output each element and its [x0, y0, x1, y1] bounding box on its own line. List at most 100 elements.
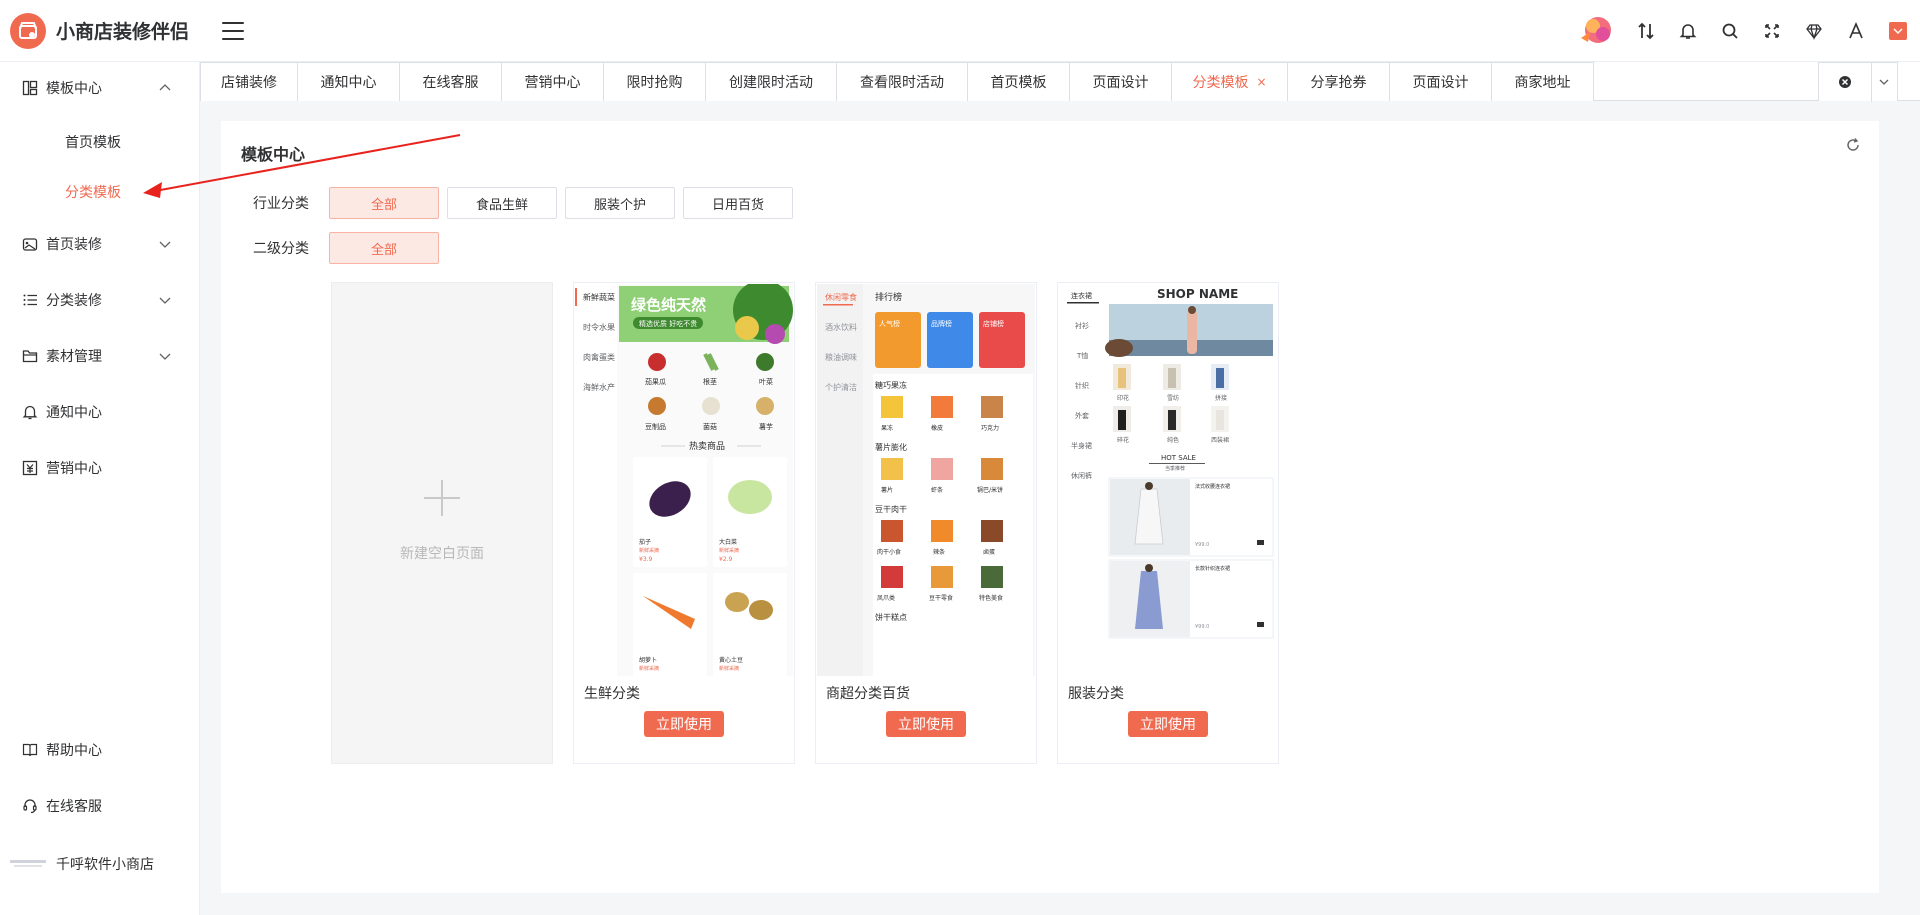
- template-card-supermarket[interactable]: 休闲零食 酒水饮料 粮油调味 个护清洁 排行榜 人气榜 品牌榜 店铺榜 糖巧果冻…: [815, 282, 1037, 764]
- market-item-1-1: 虾条: [931, 486, 943, 494]
- sidebar-item-label: 千呼软件小商店: [56, 857, 154, 873]
- tab-marketing[interactable]: 营销中心: [501, 62, 604, 101]
- tab-page-design[interactable]: 页面设计: [1069, 62, 1172, 101]
- tab-label: 页面设计: [1412, 75, 1469, 91]
- cloth-hot-sub: 当季推荐: [1165, 465, 1185, 472]
- market-item-2-0: 肉干小食: [877, 548, 901, 556]
- brand[interactable]: 小商店装修伴侣: [0, 12, 200, 49]
- tab-actions: [1818, 62, 1898, 102]
- use-template-fresh-button[interactable]: 立即使用: [644, 711, 724, 737]
- filter-chip-all-secondary[interactable]: 全部: [329, 232, 439, 264]
- sidebar-item-label: 在线客服: [46, 799, 102, 815]
- market-item-3-0: 凤爪类: [877, 594, 895, 602]
- filter-label-industry: 行业分类: [253, 196, 309, 212]
- fresh-prod-0: 茄子: [639, 538, 651, 546]
- tab-category-template[interactable]: 分类模板 ×: [1171, 62, 1288, 101]
- market-side-0: 休闲零食: [825, 292, 857, 302]
- chevron-down-icon[interactable]: [1872, 63, 1897, 102]
- fresh-preview-graphic: 新鲜蔬菜 时令水果 肉禽蛋类 海鲜水产 绿色纯天然 精选优质 好吃不贵 茄果瓜 …: [575, 284, 793, 676]
- bell-icon[interactable]: [1676, 19, 1700, 43]
- tab-view-flash[interactable]: 查看限时活动: [836, 62, 968, 101]
- sidebar-item-label: 首页装修: [46, 237, 102, 253]
- sidebar-item-shop[interactable]: 千呼软件小商店: [0, 844, 200, 884]
- sidebar-item-home-decor[interactable]: 首页装修: [0, 224, 200, 264]
- filter-label-secondary: 二级分类: [253, 241, 309, 257]
- sidebar-subitem-home-template[interactable]: 首页模板: [0, 124, 200, 160]
- cloth-item-1: 雪纺: [1167, 394, 1179, 402]
- tab-flash-sale[interactable]: 限时抢购: [603, 62, 706, 101]
- sidebar-item-service[interactable]: 在线客服: [0, 786, 200, 826]
- fresh-cat-2: 叶菜: [759, 377, 773, 386]
- tab-notice[interactable]: 通知中心: [297, 62, 400, 101]
- service-icon: [22, 798, 38, 814]
- use-template-supermarket-button[interactable]: 立即使用: [886, 711, 966, 737]
- tab-close-icon[interactable]: ×: [1256, 75, 1266, 89]
- avatar-icon[interactable]: [1576, 14, 1616, 48]
- hamburger-menu-icon[interactable]: [222, 21, 244, 40]
- new-blank-page-label: 新建空白页面: [400, 546, 484, 562]
- sidebar-item-template-center[interactable]: 模板中心: [0, 68, 200, 108]
- filter-chip-all[interactable]: 全部: [329, 187, 439, 219]
- sidebar-item-label: 通知中心: [46, 405, 102, 421]
- new-blank-page-card[interactable]: 新建空白页面: [331, 282, 553, 764]
- diamond-icon[interactable]: [1802, 19, 1826, 43]
- sort-icon[interactable]: [1634, 19, 1658, 43]
- font-icon[interactable]: [1844, 19, 1868, 43]
- fresh-prod-1-price: ¥2.9: [719, 556, 733, 563]
- fresh-prod-2-tag: 新鲜采摘: [639, 665, 659, 672]
- filter-chip-daily[interactable]: 日用百货: [683, 187, 793, 219]
- tab-create-flash[interactable]: 创建限时活动: [705, 62, 837, 101]
- tab-service[interactable]: 在线客服: [399, 62, 502, 101]
- use-template-clothing-button[interactable]: 立即使用: [1128, 711, 1208, 737]
- refresh-icon[interactable]: [1845, 137, 1861, 153]
- tab-merchant-address[interactable]: 商家地址: [1491, 62, 1594, 101]
- market-rank-0: 人气榜: [879, 319, 900, 328]
- fresh-prod-1: 大白菜: [719, 538, 737, 546]
- market-item-2-1: 辣条: [933, 548, 945, 556]
- sidebar-item-material[interactable]: 素材管理: [0, 336, 200, 376]
- tab-home-template[interactable]: 首页模板: [967, 62, 1070, 101]
- cloth-buy-2: ¥99.0: [1195, 624, 1209, 630]
- cloth-side-3: 针织: [1075, 381, 1089, 390]
- tab-share-coupon[interactable]: 分享抢券: [1287, 62, 1390, 101]
- market-side-3: 个护清洁: [825, 382, 857, 392]
- fresh-prod-3: 黄心土豆: [719, 656, 743, 664]
- cloth-hot-item-2: 长款针织连衣裙: [1195, 565, 1230, 572]
- cloth-side-6: 休闲裤: [1071, 471, 1092, 480]
- fresh-banner: 绿色纯天然: [631, 296, 706, 314]
- fullscreen-icon[interactable]: [1760, 19, 1784, 43]
- template-card-clothing[interactable]: 连衣裙 衬衫 T恤 针织 外套 半身裙 休闲裤 SHOP NAME 印花 雪纺 …: [1057, 282, 1279, 764]
- supermarket-preview-graphic: 休闲零食 酒水饮料 粮油调味 个护清洁 排行榜 人气榜 品牌榜 店铺榜 糖巧果冻…: [817, 284, 1035, 676]
- shop-logo-icon: [10, 12, 46, 49]
- tab-shop-decor[interactable]: 店铺装修: [200, 62, 298, 101]
- list-icon: [22, 292, 38, 308]
- sidebar-item-help[interactable]: 帮助中心: [0, 730, 200, 770]
- cloth-buy-1: ¥99.0: [1195, 542, 1209, 548]
- brand-name: 小商店装修伴侣: [56, 21, 190, 43]
- fresh-prod-3-tag: 新鲜采摘: [719, 665, 739, 672]
- filter-chip-clothing[interactable]: 服装个护: [565, 187, 675, 219]
- filter-chip-fresh[interactable]: 食品生鲜: [447, 187, 557, 219]
- search-icon[interactable]: [1718, 19, 1742, 43]
- user-box-icon[interactable]: [1886, 19, 1910, 43]
- market-group-0: 糖巧果冻: [875, 380, 907, 390]
- sidebar-subitem-category-template[interactable]: 分类模板: [0, 174, 200, 210]
- bell-icon: [22, 404, 38, 420]
- close-all-icon[interactable]: [1819, 62, 1872, 102]
- sidebar-item-category-decor[interactable]: 分类装修: [0, 280, 200, 320]
- tab-page-design-2[interactable]: 页面设计: [1389, 62, 1492, 101]
- layout-icon: [22, 80, 38, 96]
- sidebar-item-notice[interactable]: 通知中心: [0, 392, 200, 432]
- market-rank-2: 店铺榜: [983, 319, 1004, 328]
- fresh-prod-0-price: ¥3.9: [639, 556, 653, 563]
- template-card-fresh[interactable]: 新鲜蔬菜 时令水果 肉禽蛋类 海鲜水产 绿色纯天然 精选优质 好吃不贵 茄果瓜 …: [573, 282, 795, 764]
- cloth-item-4: 纯色: [1167, 436, 1179, 444]
- tab-label: 分类模板: [1192, 75, 1249, 91]
- market-item-0-0: 果冻: [881, 424, 893, 432]
- sidebar-item-label: 素材管理: [46, 349, 102, 365]
- fresh-side-1: 时令水果: [583, 322, 615, 332]
- sidebar-item-marketing[interactable]: 营销中心: [0, 448, 200, 488]
- cloth-shop-name: SHOP NAME: [1157, 287, 1238, 301]
- fresh-prod-2: 胡萝卜: [639, 656, 657, 664]
- tab-label: 创建限时活动: [729, 75, 813, 91]
